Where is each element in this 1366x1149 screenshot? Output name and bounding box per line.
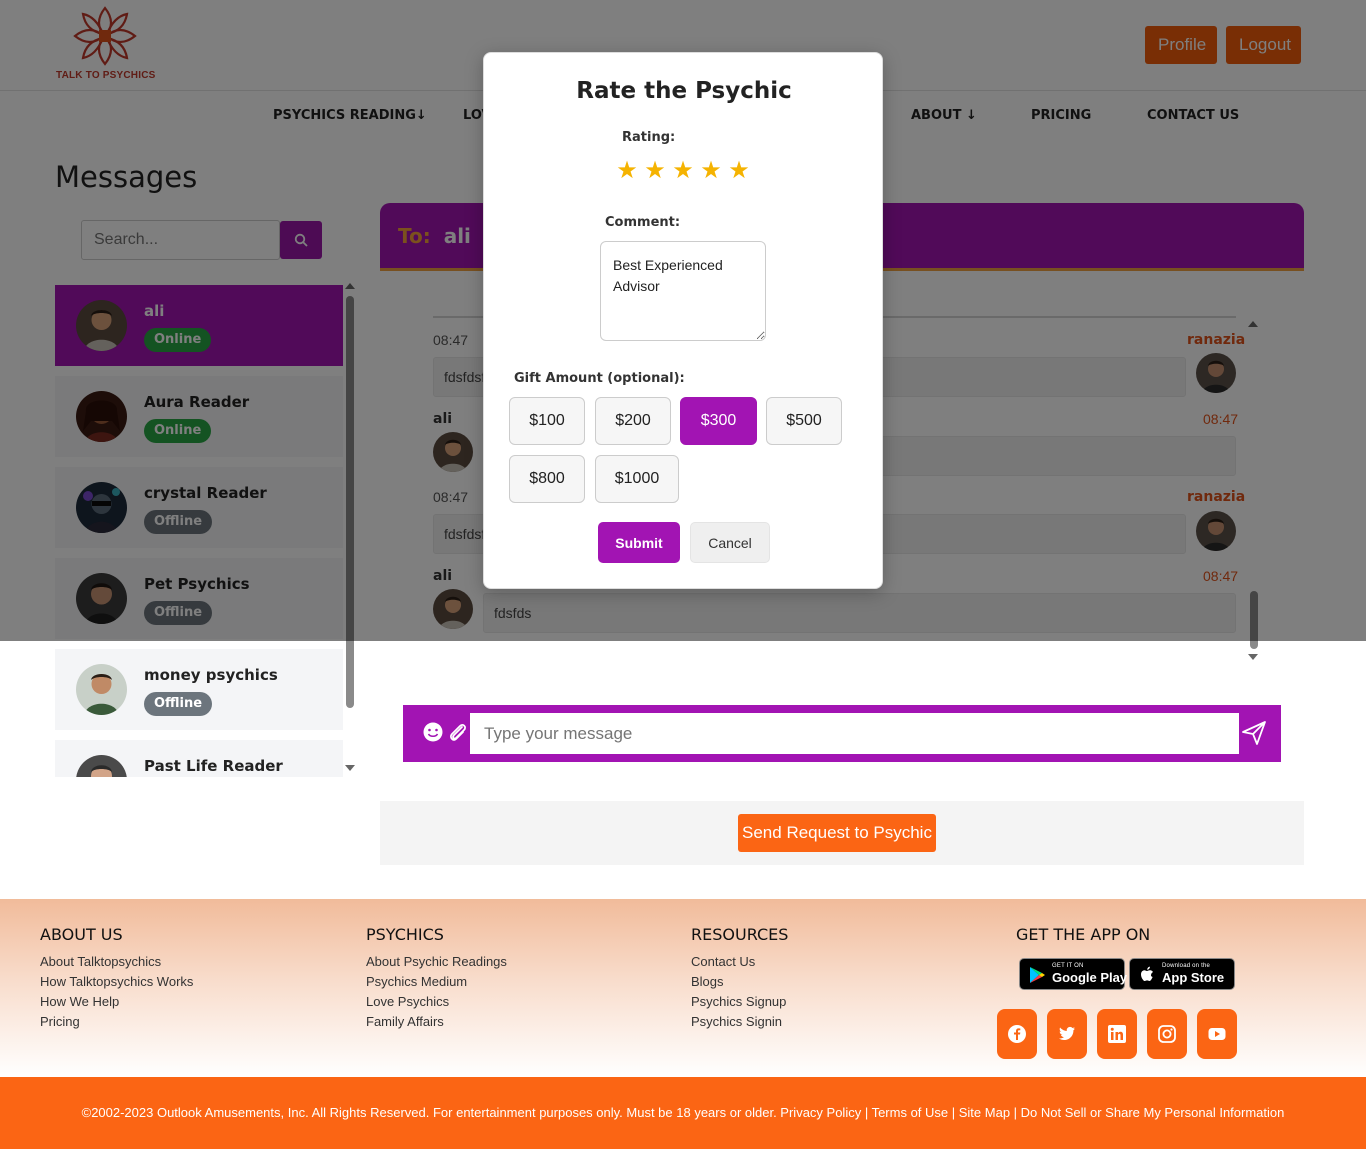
scroll-down-icon[interactable] [345,765,355,771]
submit-button[interactable]: Submit [598,522,680,563]
footer-resources-column: RESOURCES Contact Us Blogs Psychics Sign… [691,925,788,1032]
request-panel: Send Request to Psychic [380,801,1304,865]
cancel-button[interactable]: Cancel [690,522,770,563]
app-store-text: App Store [1162,970,1225,985]
youtube-icon [1208,1028,1226,1040]
footer-link[interactable]: How We Help [40,992,193,1012]
footer-link[interactable]: Family Affairs [366,1012,507,1032]
gift-option-100[interactable]: $100 [509,397,585,445]
chat-scroll-down-icon[interactable] [1248,654,1258,660]
avatar [76,664,127,715]
star-icon[interactable]: ★ [615,159,639,183]
comment-label: Comment: [605,215,681,230]
twitter-icon [1059,1026,1075,1040]
avatar [76,755,127,777]
gift-option-500[interactable]: $500 [766,397,842,445]
footer-link[interactable]: Psychics Signup [691,992,788,1012]
send-request-button[interactable]: Send Request to Psychic [738,814,936,852]
gift-option-200[interactable]: $200 [595,397,671,445]
footer-app-column: GET THE APP ON [1016,925,1150,952]
app-store-badge[interactable]: Download on the App Store [1129,958,1235,990]
footer-heading: PSYCHICS [366,925,444,944]
rate-psychic-modal: Rate the Psychic Rating: ★ ★ ★ ★ ★ Comme… [483,52,883,589]
contact-item-past-life-reader[interactable]: Past Life Reader [55,740,343,777]
google-play-badge[interactable]: GET IT ON Google Play [1019,958,1128,990]
gift-option-800[interactable]: $800 [509,455,585,503]
status-badge: Offline [144,692,213,716]
google-play-icon [1030,967,1045,983]
footer-link[interactable]: Psychics Signin [691,1012,788,1032]
footer-link[interactable]: Psychics Medium [366,972,507,992]
gift-option-300[interactable]: $300 [680,397,757,445]
footer-heading: RESOURCES [691,925,789,944]
google-play-text: Google Play [1052,970,1128,985]
footer-link[interactable]: About Talktopsychics [40,952,193,972]
footer-link[interactable]: How Talktopsychics Works [40,972,193,992]
star-icon[interactable]: ★ [699,159,723,183]
app-store-small-text: Download on the [1162,963,1211,969]
contact-name: money psychics [144,666,278,684]
footer-heading: ABOUT US [40,925,123,944]
footer-link[interactable]: Contact Us [691,952,788,972]
star-icon[interactable]: ★ [671,159,695,183]
site-footer: ABOUT US About Talktopsychics How Talkto… [0,899,1366,1077]
linkedin-button[interactable] [1097,1009,1137,1059]
footer-link[interactable]: Blogs [691,972,788,992]
youtube-button[interactable] [1197,1009,1237,1059]
contact-name: Past Life Reader [144,757,283,775]
twitter-button[interactable] [1047,1009,1087,1059]
footer-link[interactable]: Pricing [40,1012,193,1032]
rating-label: Rating: [622,130,676,145]
modal-title: Rate the Psychic [576,78,792,104]
instagram-icon [1158,1025,1176,1043]
gift-option-1000[interactable]: $1000 [595,455,679,503]
send-icon[interactable] [1240,719,1268,747]
instagram-button[interactable] [1147,1009,1187,1059]
linkedin-icon [1108,1025,1126,1043]
message-input[interactable] [470,713,1239,754]
star-rating[interactable]: ★ ★ ★ ★ ★ [615,159,751,183]
footer-heading: GET THE APP ON [1016,925,1151,944]
message-composer [403,705,1281,762]
google-play-small-text: GET IT ON [1052,963,1084,969]
apple-icon [1141,966,1153,981]
comment-textarea[interactable]: Best Experienced Advisor [600,241,766,341]
facebook-icon [1008,1025,1026,1043]
star-icon[interactable]: ★ [643,159,667,183]
footer-link[interactable]: About Psychic Readings [366,952,507,972]
star-icon[interactable]: ★ [727,159,751,183]
gift-amount-label: Gift Amount (optional): [514,371,685,386]
contact-item-money-psychics[interactable]: money psychics Offline [55,649,343,730]
copyright-bar: ©2002-2023 Outlook Amusements, Inc. All … [0,1077,1366,1149]
footer-about-column: ABOUT US About Talktopsychics How Talkto… [40,925,193,1032]
facebook-button[interactable] [997,1009,1037,1059]
footer-psychics-column: PSYCHICS About Psychic Readings Psychics… [366,925,507,1032]
attachment-icon[interactable] [446,721,470,745]
emoji-icon[interactable] [422,721,444,743]
footer-link[interactable]: Love Psychics [366,992,507,1012]
